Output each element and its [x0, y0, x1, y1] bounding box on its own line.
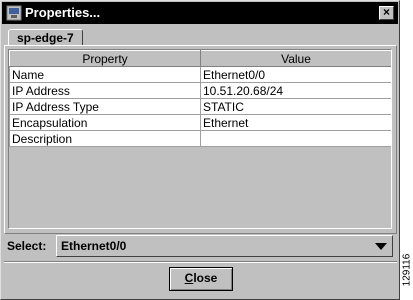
select-value: Ethernet0/0	[61, 239, 127, 253]
tab-panel: Property Value Name Ethernet0/0 IP Addre…	[4, 45, 397, 234]
table-row[interactable]: IP Address Type STATIC	[9, 98, 391, 115]
table-row[interactable]: IP Address 10.51.20.68/24	[9, 82, 391, 99]
app-icon	[6, 5, 22, 21]
properties-table: Property Value Name Ethernet0/0 IP Addre…	[9, 50, 391, 147]
title-bar[interactable]: Properties... ×	[2, 2, 398, 24]
close-icon[interactable]: ×	[379, 6, 394, 20]
close-label-rest: lose	[193, 271, 218, 285]
property-cell: IP Address	[9, 82, 201, 99]
value-cell[interactable]: 10.51.20.68/24	[200, 82, 391, 99]
window-title: Properties...	[25, 5, 101, 20]
property-cell: Encapsulation	[9, 114, 201, 131]
property-cell: Name	[9, 66, 201, 83]
tab-sp-edge-7[interactable]: sp-edge-7	[8, 29, 83, 46]
table-row[interactable]: Name Ethernet0/0	[9, 66, 391, 83]
value-cell[interactable]	[200, 130, 391, 147]
divider	[4, 261, 397, 263]
table-row[interactable]: Description	[9, 130, 391, 147]
column-header-property[interactable]: Property	[9, 50, 201, 67]
table-header-row: Property Value	[9, 50, 391, 67]
value-cell[interactable]: Ethernet	[200, 114, 391, 131]
properties-table-frame[interactable]: Property Value Name Ethernet0/0 IP Addre…	[8, 49, 392, 229]
figure-number-text: 129116	[401, 253, 412, 287]
chevron-down-icon[interactable]	[375, 243, 387, 250]
property-cell: Description	[9, 130, 201, 147]
close-button[interactable]: Close	[169, 267, 233, 291]
properties-dialog: Properties... × sp-edge-7 Property Value…	[0, 0, 400, 300]
property-cell: IP Address Type	[9, 98, 201, 115]
value-cell[interactable]: STATIC	[200, 98, 391, 115]
select-label: Select:	[7, 239, 47, 253]
column-header-value[interactable]: Value	[200, 50, 391, 67]
table-row[interactable]: Encapsulation Ethernet	[9, 114, 391, 131]
figure-number: 129116	[400, 240, 413, 300]
value-cell[interactable]: Ethernet0/0	[200, 66, 391, 83]
interface-select[interactable]: Ethernet0/0	[56, 235, 393, 257]
